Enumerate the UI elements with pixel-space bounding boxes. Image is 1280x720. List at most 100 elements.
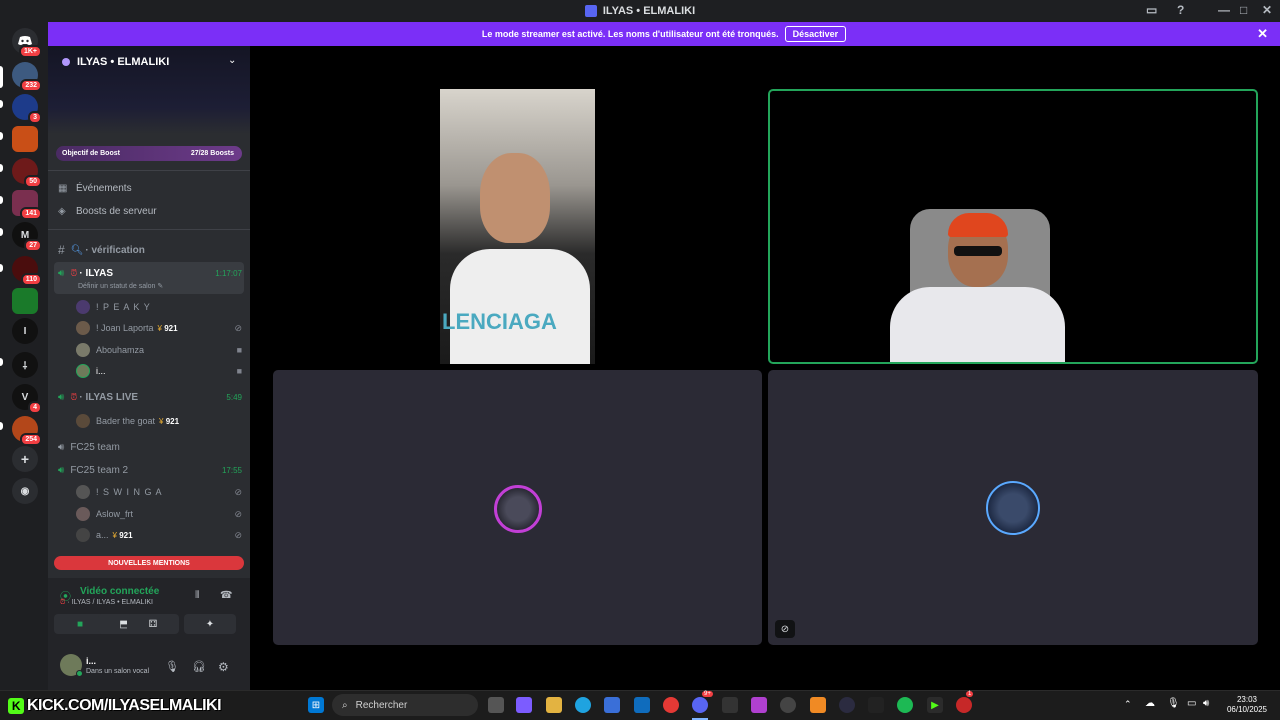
server-icon-12[interactable]: 254 (12, 416, 42, 446)
current-user-name[interactable]: i... (86, 656, 96, 666)
headphones-icon[interactable]: 🎧︎ (192, 660, 206, 673)
clock-time: 23:03 (1236, 695, 1258, 704)
help-icon[interactable]: ? (1177, 3, 1184, 17)
system-clock[interactable]: 23:03 06/10/2025 (1220, 695, 1274, 715)
app-icon (584, 5, 597, 17)
voice-user[interactable]: Abouhamza ■ (76, 341, 242, 359)
activity-button[interactable]: ⚃ (127, 614, 179, 634)
video-tile-2-speaking[interactable] (768, 89, 1258, 364)
channel-status[interactable]: Définir un statut de salon ✎ (78, 282, 163, 290)
participant-avatar (986, 481, 1040, 535)
add-server-icon[interactable]: + (12, 446, 38, 472)
app-icon[interactable] (780, 697, 796, 713)
server-icon-10[interactable]: ⸸ (12, 352, 38, 378)
taskbar-search[interactable]: ⌕ Rechercher (332, 694, 478, 716)
new-mentions-button[interactable]: NOUVELLES MENTIONS (54, 556, 244, 570)
channel-label: FC25 team (70, 441, 120, 453)
channel-label: · vérification (85, 244, 145, 256)
disable-streamer-button[interactable]: Désactiver (784, 26, 847, 42)
app-badge: 1 (966, 691, 974, 697)
streaming-app-icon[interactable]: ▶ (927, 697, 943, 713)
app-icon[interactable] (839, 697, 855, 713)
chevron-up-icon[interactable]: ⌃ (1124, 699, 1132, 710)
noise-suppression-icon[interactable]: ⦀ (195, 590, 199, 601)
soundboard-button[interactable]: ✦ (184, 614, 236, 634)
app-icon[interactable]: 1 (956, 691, 974, 713)
inbox-icon[interactable]: ▭ (1146, 3, 1157, 17)
file-explorer-icon[interactable] (546, 697, 562, 713)
start-button[interactable]: ⊞ (308, 697, 324, 713)
microphone-icon[interactable]: 🎙︎ (1167, 698, 1180, 709)
direct-messages-button[interactable]: 1K+ (12, 28, 42, 58)
app-icon[interactable] (751, 697, 767, 713)
voice-user[interactable]: i... ■ (76, 362, 242, 380)
display-icon[interactable]: ▭ (1187, 698, 1196, 709)
store-icon[interactable] (604, 697, 620, 713)
volume-icon[interactable]: 🔊︎ (1203, 698, 1209, 709)
window-titlebar: ILYAS • ELMALIKI ▭ ? — □ ✕ (0, 0, 1280, 22)
username: i... (96, 366, 106, 376)
discord-taskbar-icon[interactable]: 9+ (692, 691, 713, 713)
server-icon-4[interactable]: 50 (12, 158, 42, 188)
channel-fc25-team[interactable]: 🔊︎ FC25 team (58, 438, 242, 456)
outlook-icon[interactable] (634, 697, 650, 713)
chrome-icon[interactable] (663, 697, 679, 713)
voice-user[interactable]: Bader the goat ¥ 921 (76, 412, 242, 430)
server-icon-11[interactable]: V4 (12, 384, 42, 414)
voice-user[interactable]: ! Joan Laporta ¥ 921 ⊘ (76, 319, 242, 337)
channel-label: · ILYAS (79, 267, 114, 279)
boost-goal-label: Objectif de Boost (62, 150, 120, 157)
server-icon-3[interactable] (12, 126, 38, 152)
channel-label: · ILYAS LIVE (79, 391, 139, 403)
close-window-button[interactable]: ✕ (1262, 3, 1272, 17)
voice-icon: 🔊︎ (58, 464, 65, 476)
server-letter: I (23, 325, 27, 337)
banner-text: Le mode streamer est activé. Les noms d'… (481, 29, 779, 39)
participant-tile-3[interactable] (273, 370, 762, 645)
server-icon-7[interactable]: 110 (12, 256, 42, 286)
hashtag-icon: # (58, 243, 65, 257)
kick-url-text: KICK.COM/ILYASELMALIKI (27, 697, 222, 714)
voice-user[interactable]: a... ¥ 921 ⊘ (76, 526, 242, 544)
divider (48, 170, 250, 171)
server-icon-8[interactable] (12, 288, 38, 314)
microphone-icon[interactable]: 🎙︎ (165, 660, 179, 673)
app-icon[interactable] (868, 697, 884, 713)
maximize-button[interactable]: □ (1240, 3, 1247, 17)
voice-icon: 🔊︎ (58, 267, 65, 279)
cloud-icon[interactable]: ☁ (1145, 698, 1155, 709)
voice-user[interactable]: ! S W I N G A ⊘ (76, 483, 242, 501)
server-icon-1[interactable]: 232 (12, 62, 42, 92)
server-icon-9[interactable]: I (12, 318, 38, 344)
disconnect-icon[interactable]: ☎ (220, 590, 232, 601)
spotify-icon[interactable] (897, 697, 913, 713)
video-tile-1[interactable]: LENCIAGA (440, 89, 595, 364)
settings-icon[interactable]: ⚙ (218, 660, 229, 674)
close-icon[interactable]: ✕ (1257, 26, 1268, 42)
app-icon[interactable] (810, 697, 826, 713)
chevron-down-icon[interactable]: ⌄ (228, 55, 236, 66)
server-icon-5[interactable]: 141 (12, 190, 42, 220)
copilot-icon[interactable] (516, 697, 532, 713)
server-icon-6[interactable]: M 27 (12, 222, 42, 252)
channel-verification[interactable]: # 🔍︎ · vérification (58, 241, 242, 259)
voice-user[interactable]: ! P E A K Y (76, 298, 242, 316)
channel-fc25-team-2[interactable]: 🔊︎ FC25 team 2 17:55 (58, 461, 242, 479)
server-icon-2[interactable]: 3 (12, 94, 42, 124)
task-view-icon[interactable] (488, 697, 504, 713)
events-link[interactable]: ▦ Événements (58, 183, 132, 194)
voice-user[interactable]: Aslow_frt ⊘ (76, 505, 242, 523)
minimize-button[interactable]: — (1218, 3, 1230, 17)
discover-icon[interactable]: ◉ (12, 478, 38, 504)
participant-tile-4[interactable]: ⊘ (768, 370, 1258, 645)
current-user-status: Dans un salon vocal (86, 668, 150, 675)
edge-icon[interactable] (575, 697, 591, 713)
app-icon[interactable] (722, 697, 738, 713)
boost-goal-bar[interactable]: Objectif de Boost 27/28 Boosts (56, 146, 242, 161)
channel-ilyas[interactable]: 🔊︎ ⏰︎ · ILYAS 1:17:07 (58, 264, 242, 282)
server-boosts-link[interactable]: ◈ Boosts de serveur (58, 206, 157, 217)
voice-location[interactable]: ⏰︎ · ILYAS / ILYAS • ELMALIKI (60, 599, 153, 607)
unread-indicator (0, 358, 3, 366)
channel-ilyas-live[interactable]: 🔊︎ ⏰︎ · ILYAS LIVE 5:49 (58, 388, 242, 406)
server-name[interactable]: ILYAS • ELMALIKI (77, 56, 169, 68)
